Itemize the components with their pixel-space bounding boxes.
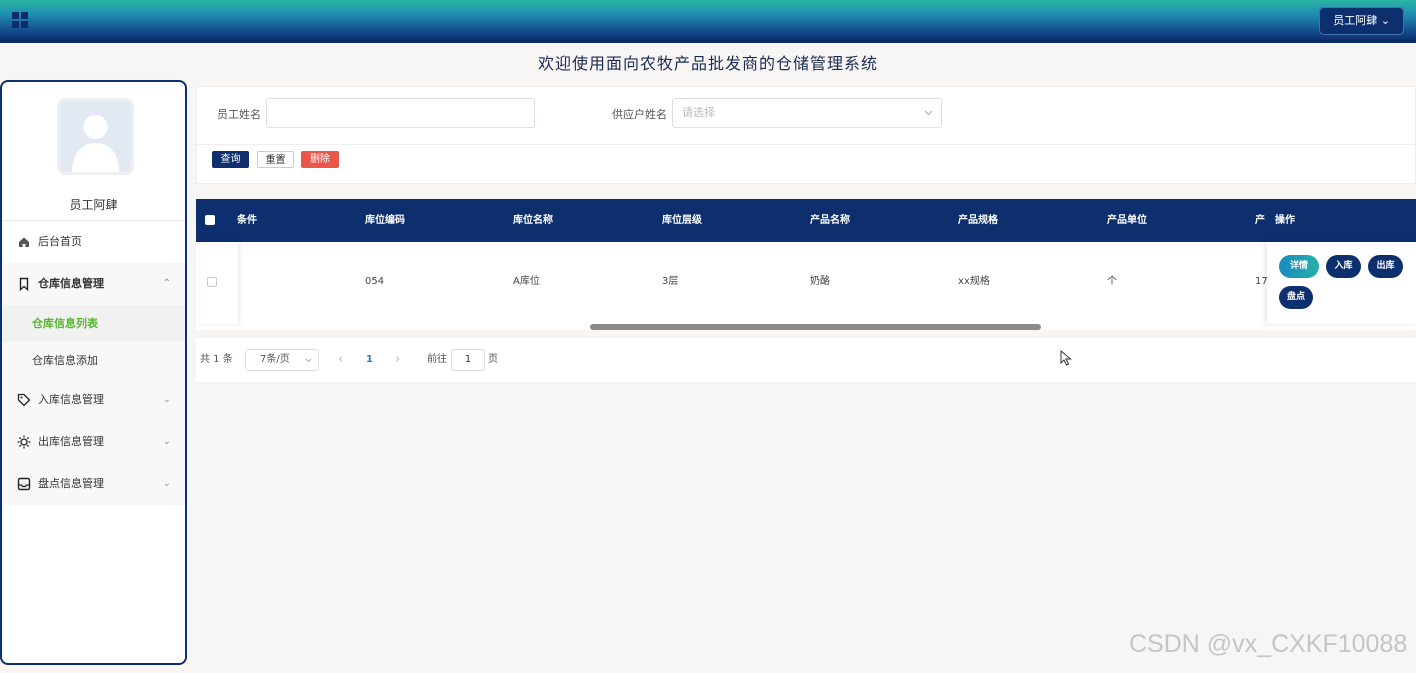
- total-count: 共 1 条: [200, 354, 233, 365]
- cell-location-name: A库位: [513, 276, 540, 287]
- select-all-checkbox[interactable]: [205, 215, 215, 225]
- supplier-select-placeholder: 请选择: [682, 106, 715, 119]
- column-header-product-spec: 产品规格: [958, 215, 998, 226]
- sidebar-item-home[interactable]: 后台首页: [2, 221, 185, 263]
- delete-button[interactable]: 删除: [301, 151, 339, 168]
- sidebar-user-name: 员工阿肆: [69, 198, 118, 212]
- bookmark-icon: [19, 277, 29, 291]
- inventory-check-button[interactable]: 盘点: [1279, 286, 1313, 309]
- sidebar-subitem-warehouse-add[interactable]: 仓库信息添加: [2, 342, 185, 379]
- horizontal-scrollbar[interactable]: [590, 324, 1041, 330]
- chevron-down-icon: ⌄: [162, 478, 171, 489]
- cell-location-code: 054: [365, 276, 385, 287]
- page-1-button[interactable]: 1: [366, 338, 373, 382]
- column-header-location-name: 库位名称: [513, 215, 553, 226]
- chevron-down-icon: [305, 358, 312, 363]
- tag-icon: [17, 393, 31, 407]
- goto-page-input[interactable]: 1: [451, 349, 485, 371]
- cell-product-name: 奶酪: [810, 276, 830, 287]
- search-panel: 员工姓名 供应户姓名 请选择 查询 重置 删除: [196, 86, 1416, 184]
- sidebar-item-label: 仓库信息管理: [38, 277, 104, 290]
- reset-button[interactable]: 重置: [257, 151, 294, 168]
- sidebar: 员工阿肆 后台首页 仓库信息管理 ⌃ 仓库信息列表 仓库信息添加 入库信息管理 …: [0, 80, 187, 665]
- chevron-up-icon: ⌃: [162, 278, 171, 289]
- top-navbar: 员工阿肆 ⌄: [0, 0, 1416, 43]
- detail-button[interactable]: 详情: [1279, 255, 1319, 278]
- sidebar-item-inbound[interactable]: 入库信息管理 ⌄: [2, 379, 185, 421]
- pagination: 共 1 条 7条/页 ‹ 1 › 前往 1 页: [196, 338, 1416, 382]
- column-header-location-code: 库位编码: [365, 215, 405, 226]
- inbound-button[interactable]: 入库: [1326, 255, 1361, 278]
- menu-grid-icon[interactable]: [12, 12, 28, 28]
- sidebar-menu: 后台首页 仓库信息管理 ⌃ 仓库信息列表 仓库信息添加 入库信息管理 ⌄ 出库信…: [2, 220, 185, 505]
- actions-column: 详情 入库 出库 盘点: [1267, 242, 1416, 324]
- prev-page-button[interactable]: ‹: [338, 338, 343, 382]
- sidebar-item-label: 后台首页: [38, 235, 82, 248]
- inbox-icon: [17, 477, 31, 491]
- page-size-value: 7条/页: [260, 354, 290, 365]
- table-row: 054 A库位 3层 奶酪 xx规格 个 17: [196, 242, 1416, 322]
- sidebar-item-label: 入库信息管理: [38, 393, 104, 406]
- chevron-down-icon: ⌄: [162, 436, 171, 447]
- sidebar-item-outbound[interactable]: 出库信息管理 ⌄: [2, 421, 185, 463]
- sidebar-item-label: 盘点信息管理: [38, 477, 104, 490]
- employee-name-input[interactable]: [266, 98, 535, 128]
- cell-product-spec: xx规格: [958, 276, 990, 287]
- column-header-condition: 条件: [237, 215, 257, 226]
- sidebar-item-warehouse[interactable]: 仓库信息管理 ⌃: [2, 263, 185, 305]
- mouse-cursor-icon: [1060, 350, 1072, 366]
- cell-product-unit: 个: [1107, 276, 1117, 287]
- sidebar-item-inventory-check[interactable]: 盘点信息管理 ⌄: [2, 463, 185, 505]
- row-checkbox[interactable]: [207, 277, 217, 287]
- home-icon: [19, 237, 29, 247]
- sun-icon: [17, 435, 31, 449]
- avatar: [57, 98, 134, 175]
- watermark: CSDN @vx_CXKF10088: [1129, 630, 1408, 658]
- chevron-down-icon: ⌄: [162, 394, 171, 405]
- query-button[interactable]: 查询: [212, 151, 249, 168]
- supplier-select[interactable]: 请选择: [672, 98, 942, 128]
- column-header-location-level: 库位层级: [662, 215, 702, 226]
- outbound-button[interactable]: 出库: [1368, 255, 1403, 278]
- page-title: 欢迎使用面向农牧产品批发商的仓储管理系统: [537, 54, 878, 73]
- supplier-name-label: 供应户姓名: [612, 108, 667, 121]
- page-size-select[interactable]: 7条/页: [245, 349, 319, 371]
- page-suffix-label: 页: [488, 354, 498, 365]
- next-page-button[interactable]: ›: [395, 338, 400, 382]
- data-table: 条件 库位编码 库位名称 库位层级 产品名称 产品规格 产品单位 产 操作 05…: [196, 199, 1416, 330]
- goto-label: 前往: [427, 354, 447, 365]
- column-header-product-unit: 产品单位: [1107, 215, 1147, 226]
- chevron-down-icon: [924, 110, 933, 116]
- cell-location-level: 3层: [662, 276, 679, 287]
- column-header-partial: 产: [1255, 215, 1265, 226]
- column-header-actions: 操作: [1275, 215, 1295, 226]
- table-header: 条件 库位编码 库位名称 库位层级 产品名称 产品规格 产品单位 产 操作: [196, 199, 1416, 242]
- column-header-product-name: 产品名称: [810, 215, 850, 226]
- cell-partial: 17: [1255, 276, 1267, 287]
- employee-name-label: 员工姓名: [217, 108, 261, 121]
- sidebar-item-label: 出库信息管理: [38, 435, 104, 448]
- user-menu-button[interactable]: 员工阿肆 ⌄: [1319, 7, 1404, 35]
- sidebar-subitem-warehouse-list[interactable]: 仓库信息列表: [2, 305, 185, 342]
